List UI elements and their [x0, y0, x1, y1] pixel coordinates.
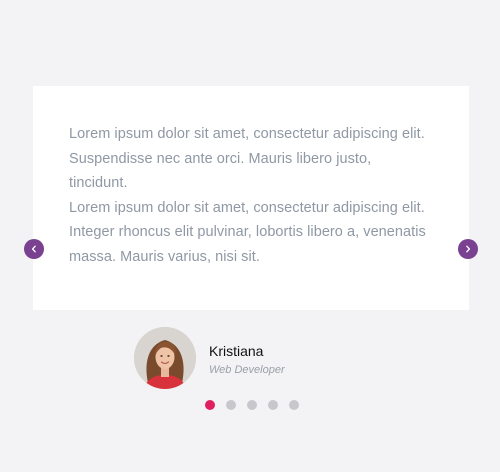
pagination-dot-4[interactable]: [268, 400, 278, 410]
author-name: Kristiana: [209, 342, 264, 359]
previous-slide-button[interactable]: [24, 239, 44, 259]
author-info: Kristiana Web Developer: [209, 342, 285, 377]
next-slide-button[interactable]: [458, 239, 478, 259]
chevron-left-icon: [31, 245, 36, 253]
pagination-dot-3[interactable]: [247, 400, 257, 410]
testimonial-author: Kristiana Web Developer: [134, 326, 285, 390]
testimonial-card: Lorem ipsum dolor sit amet, consectetur …: [33, 86, 469, 310]
quote-line: tincidunt.: [69, 175, 128, 191]
quote-line: massa. Mauris varius, nisi sit.: [69, 248, 260, 265]
author-photo-icon: [134, 327, 196, 389]
quote-line: Integer rhoncus elit pulvinar, lobortis …: [69, 224, 426, 240]
testimonial-slider: Lorem ipsum dolor sit amet, consectetur …: [0, 0, 500, 472]
chevron-right-icon: [466, 245, 471, 253]
testimonial-quote: Lorem ipsum dolor sit amet, consectetur …: [69, 122, 445, 269]
avatar: [134, 327, 196, 389]
quote-line: Lorem ipsum dolor sit amet, consectetur …: [69, 126, 425, 142]
pagination-dots: [205, 400, 310, 410]
pagination-dot-2[interactable]: [226, 400, 236, 410]
pagination-dot-5[interactable]: [289, 400, 299, 410]
pagination-dot-1[interactable]: [205, 400, 215, 410]
quote-line: Lorem ipsum dolor sit amet, consectetur …: [69, 199, 425, 216]
author-role: Web Developer: [209, 363, 285, 376]
quote-line: Suspendisse nec ante orci. Mauris libero…: [69, 150, 372, 167]
